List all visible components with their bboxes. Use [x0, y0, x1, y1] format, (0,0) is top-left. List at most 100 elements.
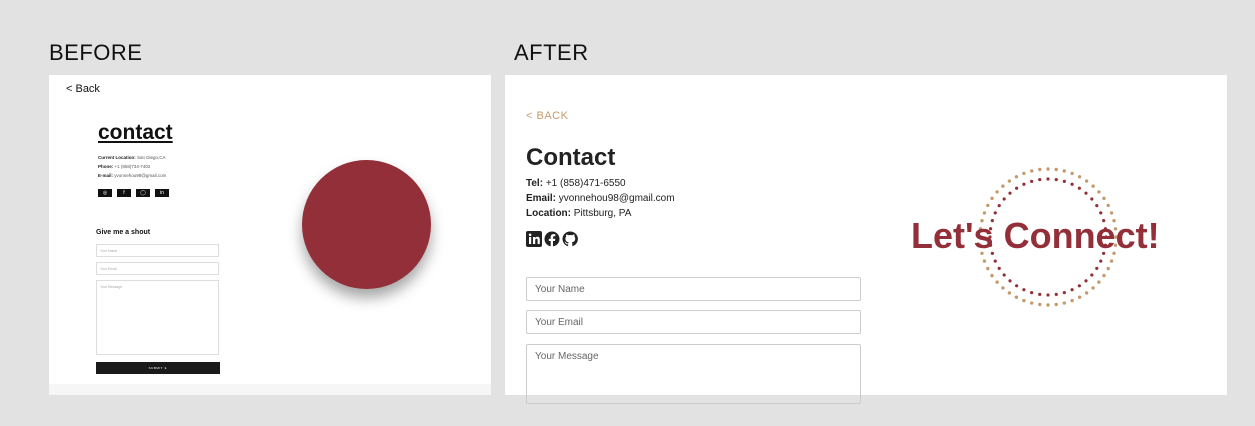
decorative-dot — [1030, 169, 1034, 173]
decorative-dot — [1084, 279, 1088, 283]
decorative-dot — [1109, 259, 1114, 263]
decorative-dot — [1022, 288, 1026, 292]
decorative-dot — [1014, 295, 1019, 299]
facebook-icon[interactable] — [544, 231, 560, 247]
decorative-dot — [1001, 184, 1005, 188]
decorative-dot — [1007, 179, 1012, 183]
email-label: E-mail: — [98, 173, 114, 178]
before-heading: BEFORE — [49, 40, 143, 65]
decorative-dot — [1062, 291, 1066, 295]
linkedin-icon[interactable]: in — [155, 189, 169, 197]
email-field[interactable]: Your Email — [526, 310, 861, 334]
decorative-dot — [1077, 284, 1081, 288]
decorative-dot — [1038, 167, 1042, 172]
decorative-dot — [1022, 171, 1026, 176]
location-line: Current Location: San Diego,CA — [98, 155, 166, 160]
decorative-dot — [1102, 196, 1106, 201]
github-icon[interactable] — [562, 231, 578, 247]
decorative-dot — [995, 280, 999, 284]
phone-line: Phone: +1 (858)734-7402 — [98, 164, 150, 169]
decorative-dot — [1046, 177, 1050, 181]
decorative-dot — [1062, 169, 1066, 173]
decorative-dot — [1030, 291, 1034, 295]
decorative-dot — [986, 203, 990, 208]
decorative-dot — [1022, 298, 1026, 303]
decorative-dot — [1002, 273, 1006, 277]
decorative-dot — [1099, 259, 1103, 263]
submit-button[interactable]: SUBMIT ➤ — [96, 362, 220, 374]
message-field[interactable]: Your Message — [96, 280, 219, 355]
decorative-dot — [1070, 182, 1074, 186]
decorative-dot — [1062, 179, 1066, 183]
decorative-dot — [1090, 273, 1094, 277]
before-panel: < Back contact Current Location: San Die… — [49, 75, 491, 395]
decorative-dot — [1054, 292, 1058, 297]
decorative-dot — [1038, 292, 1042, 297]
decorative-dot — [1091, 184, 1095, 188]
tel-value: +1 (858)471-6550 — [545, 178, 626, 189]
decorative-dot — [1070, 298, 1074, 303]
decorative-circle — [302, 160, 431, 289]
decorative-dot — [1091, 286, 1095, 290]
location-label: Location: — [526, 208, 571, 219]
decorative-dot — [995, 190, 999, 194]
after-heading: AFTER — [514, 40, 589, 65]
decorative-dot — [1106, 203, 1110, 208]
decorative-dot — [1077, 295, 1082, 299]
decorative-dot — [1038, 302, 1042, 307]
location-value: San Diego,CA — [137, 155, 166, 160]
facebook-icon[interactable]: f — [117, 189, 131, 197]
decorative-dot — [1054, 302, 1058, 307]
decorative-dot — [1008, 191, 1012, 195]
decorative-dot — [982, 259, 987, 263]
decorative-dot — [997, 266, 1001, 270]
decorative-dot — [1007, 291, 1012, 295]
decorative-dot — [1008, 279, 1012, 283]
decorative-dot — [1030, 179, 1034, 183]
shout-heading: Give me a shout — [96, 229, 151, 236]
email-value: yvonnehou98@gmail.com — [558, 193, 675, 204]
back-link[interactable]: < BACK — [526, 110, 568, 122]
decorative-dot — [1102, 273, 1106, 278]
instagram-icon[interactable]: ◎ — [98, 189, 112, 197]
decorative-dot — [1084, 191, 1088, 195]
linkedin-icon[interactable] — [526, 231, 542, 247]
decorative-dot — [1014, 175, 1019, 179]
decorative-dot — [1106, 266, 1110, 271]
social-icons — [526, 231, 578, 247]
decorative-dot — [1084, 179, 1089, 183]
tel-line: Tel: +1 (858)471-6550 — [526, 178, 626, 189]
back-link[interactable]: < Back — [66, 83, 100, 95]
decorative-dot — [1022, 182, 1026, 186]
email-line: Email: yvonnehou98@gmail.com — [526, 193, 675, 204]
decorative-dot — [986, 266, 990, 271]
decorative-dot — [1084, 291, 1089, 295]
decorative-dot — [993, 259, 997, 263]
decorative-dot — [1097, 190, 1101, 194]
decorative-dot — [1090, 197, 1094, 201]
name-field[interactable]: Your Name — [526, 277, 861, 301]
name-field[interactable]: Your Name — [96, 244, 219, 257]
hero-text: Let's Connect! — [911, 215, 1160, 256]
decorative-dot — [1070, 171, 1074, 176]
location-line: Location: Pittsburg, PA — [526, 208, 631, 219]
decorative-dot — [1095, 266, 1099, 270]
decorative-dot — [1077, 186, 1081, 190]
message-field[interactable]: Your Message — [526, 344, 861, 404]
email-field[interactable]: Your Email — [96, 262, 219, 275]
decorative-dot — [1030, 301, 1034, 305]
phone-label: Phone: — [98, 164, 114, 169]
decorative-dot — [1001, 286, 1005, 290]
decorative-dot — [1046, 293, 1050, 297]
tel-label: Tel: — [526, 178, 544, 189]
decorative-dot — [990, 196, 994, 201]
footer-strip — [49, 384, 491, 395]
location-value: Pittsburg, PA — [573, 208, 632, 219]
decorative-dot — [1077, 175, 1082, 179]
decorative-dot — [1070, 288, 1074, 292]
decorative-dot — [1054, 177, 1058, 182]
decorative-dot — [1046, 303, 1050, 307]
decorative-dot — [1002, 197, 1006, 201]
email-line: E-mail: yvonnehou98@gmail.com — [98, 173, 166, 178]
github-icon[interactable]: ◯ — [136, 189, 150, 197]
